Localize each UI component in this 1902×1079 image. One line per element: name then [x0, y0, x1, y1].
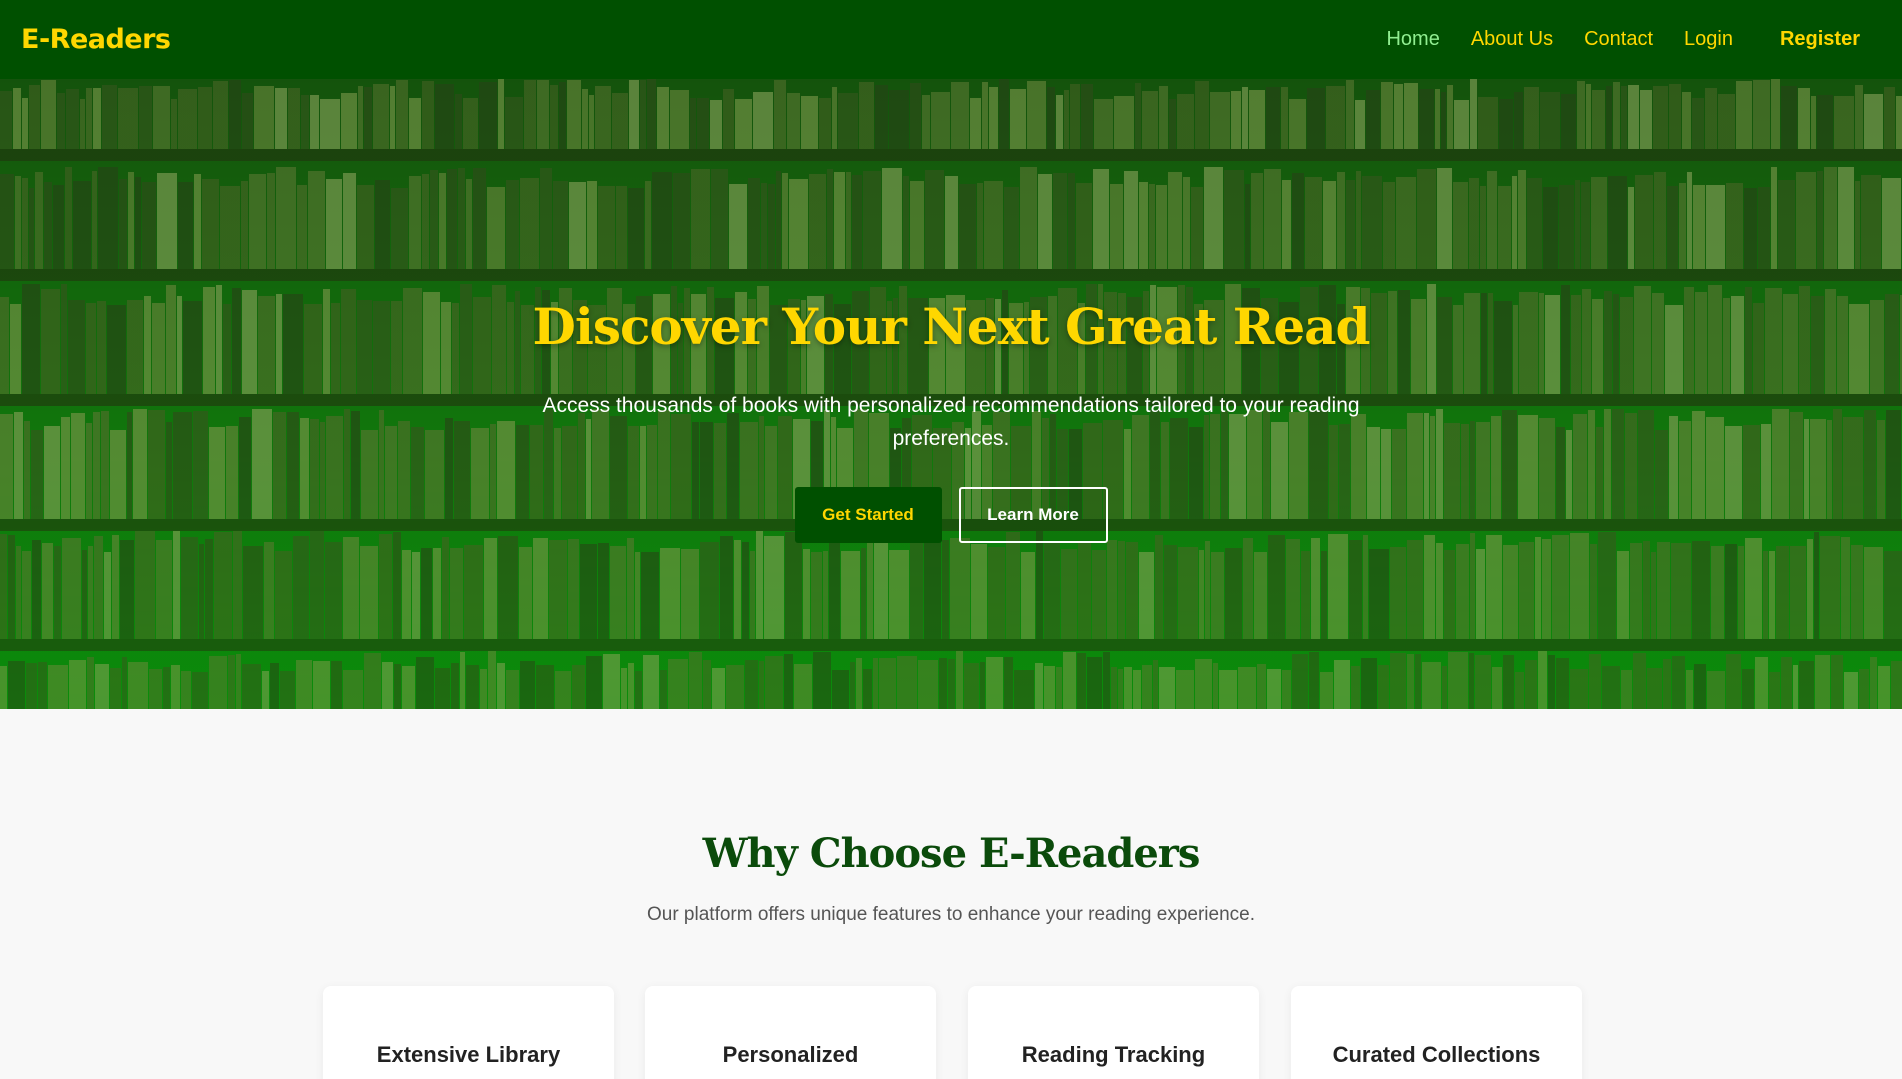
feature-card: Personalized [645, 986, 936, 1079]
hero-buttons: Get Started Learn More [0, 487, 1902, 543]
features-title: Why Choose E-Readers [702, 830, 1201, 877]
feature-card: Curated Collections [1291, 986, 1582, 1079]
hero-section: Discover Your Next Great Read Access tho… [0, 79, 1902, 709]
nav-contact-link[interactable]: Contact [1584, 28, 1653, 51]
feature-card-title: Reading Tracking [1021, 1042, 1206, 1067]
feature-card: Reading Tracking [968, 986, 1259, 1079]
nav-about-link[interactable]: About Us [1471, 28, 1553, 51]
features-section: Why Choose E-Readers Our platform offers… [0, 709, 1902, 1079]
brand-logo[interactable]: E-Readers [21, 24, 171, 55]
nav-register-link[interactable]: Register [1780, 28, 1860, 51]
hero-content: Discover Your Next Great Read Access tho… [0, 79, 1902, 709]
feature-card: Extensive Library [323, 986, 614, 1079]
learn-more-button[interactable]: Learn More [958, 487, 1108, 543]
get-started-button[interactable]: Get Started [794, 487, 942, 543]
hero-subtitle: Access thousands of books with personali… [542, 394, 1360, 450]
feature-card-title: Curated Collections [1332, 1042, 1541, 1067]
features-subtitle: Our platform offers unique features to e… [646, 904, 1256, 925]
hero-title: Discover Your Next Great Read [532, 297, 1370, 356]
nav-links: Home About Us Contact Login Register [1355, 28, 1860, 51]
feature-card-title: Personalized [722, 1042, 859, 1067]
feature-card-title: Extensive Library [376, 1042, 561, 1067]
navbar: E-Readers Home About Us Contact Login Re… [0, 0, 1902, 79]
nav-home-link[interactable]: Home [1386, 28, 1439, 51]
nav-login-link[interactable]: Login [1684, 28, 1733, 51]
